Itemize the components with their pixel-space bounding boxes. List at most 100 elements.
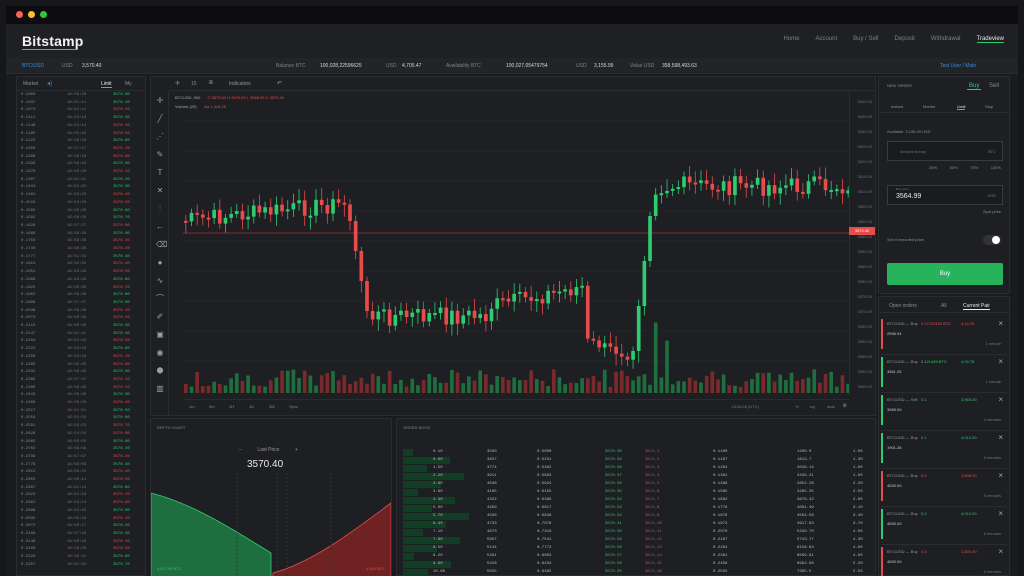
- amount-field[interactable]: Amount to buy BTC: [887, 141, 1003, 161]
- crosshair-icon[interactable]: ✛: [175, 80, 180, 87]
- drawing-tool-icon[interactable]: ⌫: [156, 241, 167, 249]
- candle-type-icon[interactable]: ⧈: [209, 80, 213, 87]
- order-notification[interactable]: BTC/USD — Buy 0.17120152 BTC 4,14.25 2596.0…: [881, 317, 1007, 355]
- percent-toggle[interactable]: %: [795, 404, 799, 409]
- tab-instant[interactable]: Instant: [891, 104, 903, 109]
- order-book-row[interactable]: 10.60 5555 0.8465 3570.25 3571.16 0.2555 7395.…: [397, 569, 875, 576]
- drawing-tool-icon[interactable]: ●: [156, 259, 164, 267]
- order-notification[interactable]: BTC/USD — Buy 0.4 1,698.00 4630.00 5 minutes…: [881, 469, 1007, 507]
- order-book-row[interactable]: 7.80 5007 0.7541 3570.29 3571.12 0.2167 5743.7…: [397, 537, 875, 545]
- timeframe-sync[interactable]: Sync: [289, 404, 298, 409]
- drawing-tool-icon[interactable]: ←: [156, 223, 164, 231]
- percent-100[interactable]: 100%: [991, 165, 1001, 170]
- order-notification[interactable]: BTC/USD — Buy 0.121445 BTC 4,24.76 3561.25 1…: [881, 355, 1007, 393]
- tab-open-orders[interactable]: Open orders: [889, 303, 917, 309]
- order-book-row[interactable]: 5.00 4459 0.6617 3570.33 3571.8 0.1779 4091.49…: [397, 505, 875, 513]
- timeframe-1m[interactable]: 1m: [189, 404, 195, 409]
- order-book-row[interactable]: 2.20 3911 0.5693 3570.37 3571.4 0.1391 2439.21…: [397, 473, 875, 481]
- close-icon[interactable]: ×: [998, 509, 1003, 518]
- nav-link-withdrawal[interactable]: Withdrawal: [931, 36, 961, 43]
- drawing-tool-icon[interactable]: ⋰: [156, 133, 164, 141]
- tab-market-order[interactable]: Market: [923, 104, 935, 109]
- order-book-row[interactable]: 6.40 4733 0.7079 3570.31 3571.10 0.1973 4917.6…: [397, 521, 875, 529]
- close-icon[interactable]: ×: [998, 395, 1003, 404]
- drawing-tool-icon[interactable]: T: [156, 169, 164, 177]
- brand-logo[interactable]: Bitstamp: [22, 33, 84, 49]
- nav-link-buy-sell[interactable]: Buy / Sell: [853, 36, 878, 43]
- price-field[interactable]: Buy price 3564.99 USD: [887, 185, 1003, 205]
- undo-icon[interactable]: ↶: [277, 80, 282, 87]
- minimize-dot[interactable]: [28, 11, 35, 18]
- timeframe-5m[interactable]: 5m: [209, 404, 215, 409]
- drawing-tool-icon[interactable]: ✐: [156, 313, 164, 321]
- close-dot[interactable]: [16, 11, 23, 18]
- nav-link-account[interactable]: Account: [815, 36, 837, 43]
- drawing-tool-icon[interactable]: ✎: [156, 151, 164, 159]
- tab-all[interactable]: All: [941, 303, 947, 309]
- drawing-tool-icon[interactable]: ▣: [156, 331, 164, 339]
- percent-50[interactable]: 50%: [950, 165, 958, 170]
- depth-chart[interactable]: [151, 473, 391, 576]
- order-notification[interactable]: BTC/USD — Buy 0.4 1,600.00 4630.00 6 minutes…: [881, 545, 1007, 576]
- timeframe-1d[interactable]: 1D: [249, 404, 254, 409]
- order-notification[interactable]: BTC/USD — Buy 0.1 4,010.00 1901.28 5 minutes…: [881, 431, 1007, 469]
- percent-75[interactable]: 75%: [970, 165, 978, 170]
- pair-label[interactable]: BTC/USD: [22, 63, 44, 69]
- close-icon[interactable]: ×: [998, 319, 1003, 328]
- order-book-row[interactable]: 9.20 5281 0.8003 3570.27 3571.14 0.2361 6569.9…: [397, 553, 875, 561]
- plus-icon[interactable]: +: [295, 447, 298, 453]
- indicators-button[interactable]: Indicators: [229, 81, 251, 87]
- buy-tab[interactable]: Buy: [967, 83, 982, 90]
- order-notification[interactable]: BTC/USD — Buy 0.2 4,010.00 4630.00 6 minutes…: [881, 507, 1007, 545]
- order-book-row[interactable]: 0.80 3637 0.5231 3570.39 3571.2 0.1197 1613.7 1…: [397, 457, 875, 465]
- order-book-row[interactable]: 8.50 5144 0.7772 3570.28 3571.13 0.2264 6156.8…: [397, 545, 875, 553]
- order-book-row[interactable]: 0.10 3500 0.5000 3570.40 3571.1 0.1100 1200.0 1…: [397, 449, 875, 457]
- close-icon[interactable]: ×: [998, 433, 1003, 442]
- drawing-tool-icon[interactable]: ╱: [156, 115, 164, 123]
- buy-button[interactable]: Buy: [887, 263, 1003, 285]
- nav-link-home[interactable]: Home: [783, 36, 799, 43]
- settings-icon[interactable]: ⚙: [843, 403, 847, 409]
- tab-stop[interactable]: Stop: [985, 104, 993, 109]
- order-book-row[interactable]: 5.70 4596 0.6848 3570.32 3571.9 0.1876 4504.56…: [397, 513, 875, 521]
- drawing-tool-icon[interactable]: ⌒: [156, 295, 164, 303]
- order-book-row[interactable]: 4.30 4322 0.6386 3570.34 3571.7 0.1682 3678.42…: [397, 497, 875, 505]
- close-icon[interactable]: ×: [998, 357, 1003, 366]
- timeframe-1h[interactable]: 1H: [229, 404, 234, 409]
- drawing-tool-icon[interactable]: ◉: [156, 349, 164, 357]
- sell-if-executed-toggle[interactable]: [983, 235, 1001, 245]
- nav-link-deposit[interactable]: Deposit: [895, 36, 915, 43]
- order-book-row[interactable]: 7.10 4870 0.7310 3570.30 3571.11 0.2070 5330.7…: [397, 529, 875, 537]
- drawing-tool-icon[interactable]: ⬢: [156, 367, 164, 375]
- maximize-dot[interactable]: [40, 11, 47, 18]
- drawing-tool-icon[interactable]: ▥: [156, 385, 164, 393]
- close-icon[interactable]: ×: [998, 547, 1003, 556]
- drawing-tool-icon[interactable]: ⫶: [156, 205, 164, 213]
- close-icon[interactable]: ×: [998, 471, 1003, 480]
- nav-link-tradeview[interactable]: Tradeview: [976, 36, 1004, 43]
- order-book-row[interactable]: 3.60 4185 0.6155 3570.35 3571.6 0.1585 3265.35…: [397, 489, 875, 497]
- tab-my[interactable]: My: [125, 81, 132, 87]
- spot-price-link[interactable]: Spot price: [983, 209, 1001, 214]
- log-toggle[interactable]: log: [810, 404, 815, 409]
- tab-market[interactable]: Market: [23, 81, 38, 87]
- tab-limit-order[interactable]: Limit: [957, 104, 966, 110]
- order-notification[interactable]: BTC/USD — Sell 0.1 3,965.00 3965.00 4 minute…: [881, 393, 1007, 431]
- drawing-tool-icon[interactable]: ✕: [156, 187, 164, 195]
- tab-limit[interactable]: Limit: [101, 81, 112, 88]
- minus-icon[interactable]: −: [239, 447, 242, 453]
- order-book-row[interactable]: 2.90 4048 0.5924 3570.36 3571.5 0.1488 2852.28…: [397, 481, 875, 489]
- drawing-tool-icon[interactable]: ∿: [156, 277, 164, 285]
- sell-tab[interactable]: Sell: [989, 83, 999, 89]
- auto-toggle[interactable]: auto: [827, 404, 835, 409]
- timeframe-3m[interactable]: 3M: [269, 404, 275, 409]
- drawing-tool-icon[interactable]: ✛: [156, 97, 164, 105]
- tab-current-pair[interactable]: Current Pair: [963, 303, 990, 310]
- candlestick-chart[interactable]: [183, 91, 851, 397]
- order-book-row[interactable]: 9.90 5418 0.8234 3570.26 3571.15 0.2458 6982.9…: [397, 561, 875, 569]
- user-menu[interactable]: Test User / Main: [940, 63, 976, 69]
- sound-icon[interactable]: ◂): [47, 80, 52, 87]
- percent-25[interactable]: 25%: [929, 165, 937, 170]
- order-book-row[interactable]: 1.50 3774 0.5462 3570.38 3571.3 0.1294 2026.14…: [397, 465, 875, 473]
- interval-button[interactable]: 15: [191, 81, 197, 87]
